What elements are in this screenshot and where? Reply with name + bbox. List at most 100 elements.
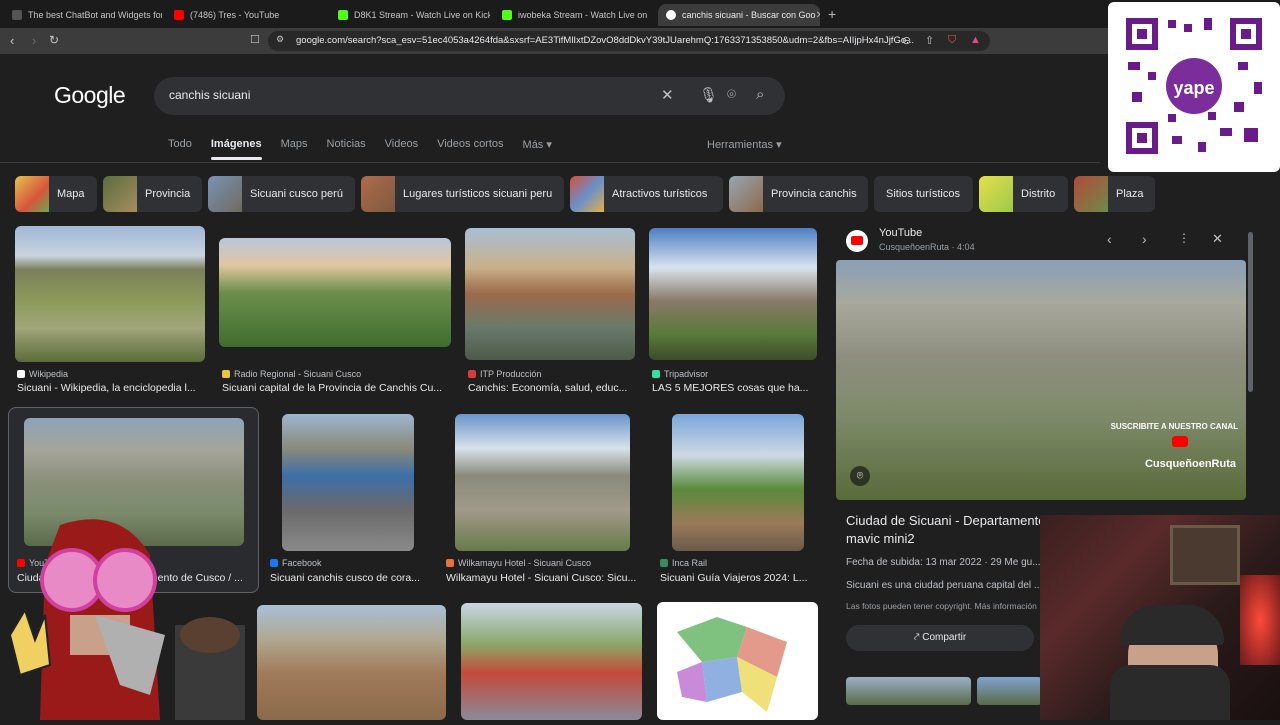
lens-search-icon[interactable]: ⌾	[850, 466, 870, 486]
clear-icon[interactable]: ✕	[661, 86, 674, 104]
lens-camera-icon[interactable]: ⌾	[727, 86, 736, 103]
result-image[interactable]	[649, 228, 817, 360]
browser-tab[interactable]: (7486) Tres - YouTube	[166, 4, 326, 26]
panel-site[interactable]: YouTube	[879, 227, 922, 239]
chip-sicuani-cusco-peru[interactable]: Sicuani cusco perú	[208, 176, 355, 212]
hotel-favicon-icon	[446, 559, 454, 567]
chip-mapa[interactable]: Mapa	[15, 176, 97, 212]
result-image[interactable]	[672, 414, 804, 551]
panel-copyright[interactable]: Las fotos pueden tener copyright. Más in…	[846, 601, 1037, 611]
result-source[interactable]: Wikipedia	[17, 369, 68, 379]
related-image[interactable]	[977, 677, 1042, 705]
source-label: Radio Regional - Sicuani Cusco	[234, 369, 362, 379]
avatar-graphic	[8, 519, 245, 720]
panel-preview-image[interactable]: SUSCRIBITE A NUESTRO CANAL CusqueñoenRut…	[836, 260, 1246, 500]
chip-lugares-turisticos[interactable]: Lugares turísticos sicuani peru	[361, 176, 564, 212]
panel-scrollbar[interactable]	[1248, 232, 1253, 392]
tab-mas[interactable]: Más ▾	[523, 138, 552, 151]
share-button[interactable]: ⤤ Compartir	[846, 625, 1034, 651]
search-icon[interactable]: ⌕	[756, 86, 764, 103]
headphones	[1120, 605, 1224, 645]
result-source[interactable]: Inca Rail	[660, 558, 707, 568]
zoom-icon[interactable]: ⊖	[902, 34, 911, 47]
tab-noticias[interactable]: Noticias	[327, 138, 366, 151]
google-logo[interactable]: Google	[54, 82, 126, 109]
result-image[interactable]	[455, 414, 630, 551]
tab-maps[interactable]: Maps	[281, 138, 308, 151]
result-source[interactable]: Wilkamayu Hotel - Sicuani Cusco	[446, 558, 591, 568]
result-image[interactable]	[257, 605, 446, 720]
result-image[interactable]	[282, 414, 414, 551]
yape-qr-code: yape	[1108, 2, 1280, 172]
chip-plaza[interactable]: Plaza	[1074, 176, 1155, 212]
result-image-map[interactable]	[657, 602, 818, 720]
brave-rewards-icon[interactable]: ▲	[970, 34, 981, 46]
search-input[interactable]: canchis sicuani	[169, 88, 250, 102]
chip-label: Plaza	[1116, 188, 1144, 200]
tools-button[interactable]: Herramientas ▾	[707, 138, 782, 151]
browser-tab[interactable]: D8K1 Stream - Watch Live on Kick	[330, 4, 490, 26]
radio-favicon-icon	[222, 370, 230, 378]
bookmark-icon[interactable]: ☐	[250, 33, 260, 46]
chip-label: Mapa	[57, 188, 85, 200]
forward-icon[interactable]: ›	[32, 33, 36, 48]
share-icon[interactable]: ⇧	[925, 34, 934, 47]
address-bar[interactable]: google.com/search?sca_esv=51ec4053a4264f…	[268, 31, 990, 51]
tab-videos-cortos[interactable]: Videos cortos	[437, 138, 503, 151]
result-source[interactable]: Tripadvisor	[652, 369, 708, 379]
brave-shield-icon[interactable]: ⛉	[948, 34, 956, 47]
result-image[interactable]	[219, 238, 451, 347]
chip-label: Atractivos turísticos	[612, 188, 708, 200]
chip-label: Provincia canchis	[771, 188, 857, 200]
source-label: Wilkamayu Hotel - Sicuani Cusco	[458, 558, 592, 568]
previous-icon[interactable]: ‹	[1107, 231, 1112, 247]
result-caption[interactable]: Sicuani capital de la Provincia de Canch…	[222, 382, 447, 394]
chip-thumbnail	[570, 176, 604, 212]
result-caption[interactable]: Sicuani Guía Viajeros 2024: L...	[660, 572, 812, 584]
browser-tab[interactable]: The best ChatBot and Widgets for Ki	[4, 4, 162, 26]
chip-provincia-canchis[interactable]: Provincia canchis	[729, 176, 868, 212]
search-box[interactable]: canchis sicuani ✕ 🎙 ⌾ ⌕	[154, 77, 785, 115]
result-image[interactable]	[15, 226, 205, 362]
browser-tab-active[interactable]: canchis sicuani - Buscar con Goo ✕	[658, 4, 820, 26]
incarail-favicon-icon	[660, 559, 668, 567]
site-info-icon[interactable]: ⚙	[276, 34, 284, 45]
result-source[interactable]: ITP Producción	[468, 369, 541, 379]
tools-label: Herramientas	[707, 139, 774, 151]
chip-atractivos-turisticos[interactable]: Atractivos turísticos	[570, 176, 723, 212]
new-tab-icon[interactable]: +	[828, 6, 836, 22]
close-tab-icon[interactable]: ✕	[816, 10, 820, 21]
result-caption[interactable]: LAS 5 MEJORES cosas que ha...	[652, 382, 814, 394]
kick-favicon-icon	[338, 10, 348, 20]
result-source[interactable]: Radio Regional - Sicuani Cusco	[222, 369, 361, 379]
chip-provincia[interactable]: Provincia	[103, 176, 202, 212]
chip-distrito[interactable]: Distrito	[979, 176, 1068, 212]
wikipedia-favicon-icon	[17, 370, 25, 378]
divider	[0, 162, 1100, 163]
result-image[interactable]	[465, 228, 635, 360]
tab-title: The best ChatBot and Widgets for Ki	[28, 10, 162, 20]
reload-icon[interactable]: ↻	[49, 33, 59, 47]
result-image[interactable]	[461, 603, 642, 720]
close-panel-icon[interactable]: ✕	[1212, 231, 1223, 247]
result-source[interactable]: Facebook	[270, 558, 322, 568]
result-caption[interactable]: Sicuani canchis cusco de cora...	[270, 572, 425, 584]
google-favicon-icon	[666, 10, 676, 20]
tab-imagenes[interactable]: Imágenes	[210, 138, 262, 160]
chip-sitios-turisticos[interactable]: Sitios turísticos	[874, 176, 973, 212]
qr-brand-text: yape	[1173, 78, 1214, 98]
itp-favicon-icon	[468, 370, 476, 378]
tab-title: D8K1 Stream - Watch Live on Kick	[354, 10, 490, 20]
microphone-icon[interactable]: 🎙	[699, 86, 718, 104]
back-icon[interactable]: ‹	[10, 33, 14, 48]
share-icon: ⤤	[913, 632, 923, 643]
tab-todo[interactable]: Todo	[168, 138, 192, 151]
result-caption[interactable]: Sicuani - Wikipedia, la enciclopedia l..…	[17, 382, 207, 394]
tab-videos[interactable]: Videos	[385, 138, 418, 151]
related-image[interactable]	[846, 677, 971, 705]
result-caption[interactable]: Wilkamayu Hotel - Sicuani Cusco: Sicu...	[446, 572, 638, 584]
next-icon[interactable]: ›	[1142, 231, 1147, 247]
result-caption[interactable]: Canchis: Economía, salud, educ...	[468, 382, 633, 394]
more-options-icon[interactable]: ⋮	[1178, 231, 1190, 245]
browser-tab[interactable]: iwobeka Stream - Watch Live on	[494, 4, 654, 26]
